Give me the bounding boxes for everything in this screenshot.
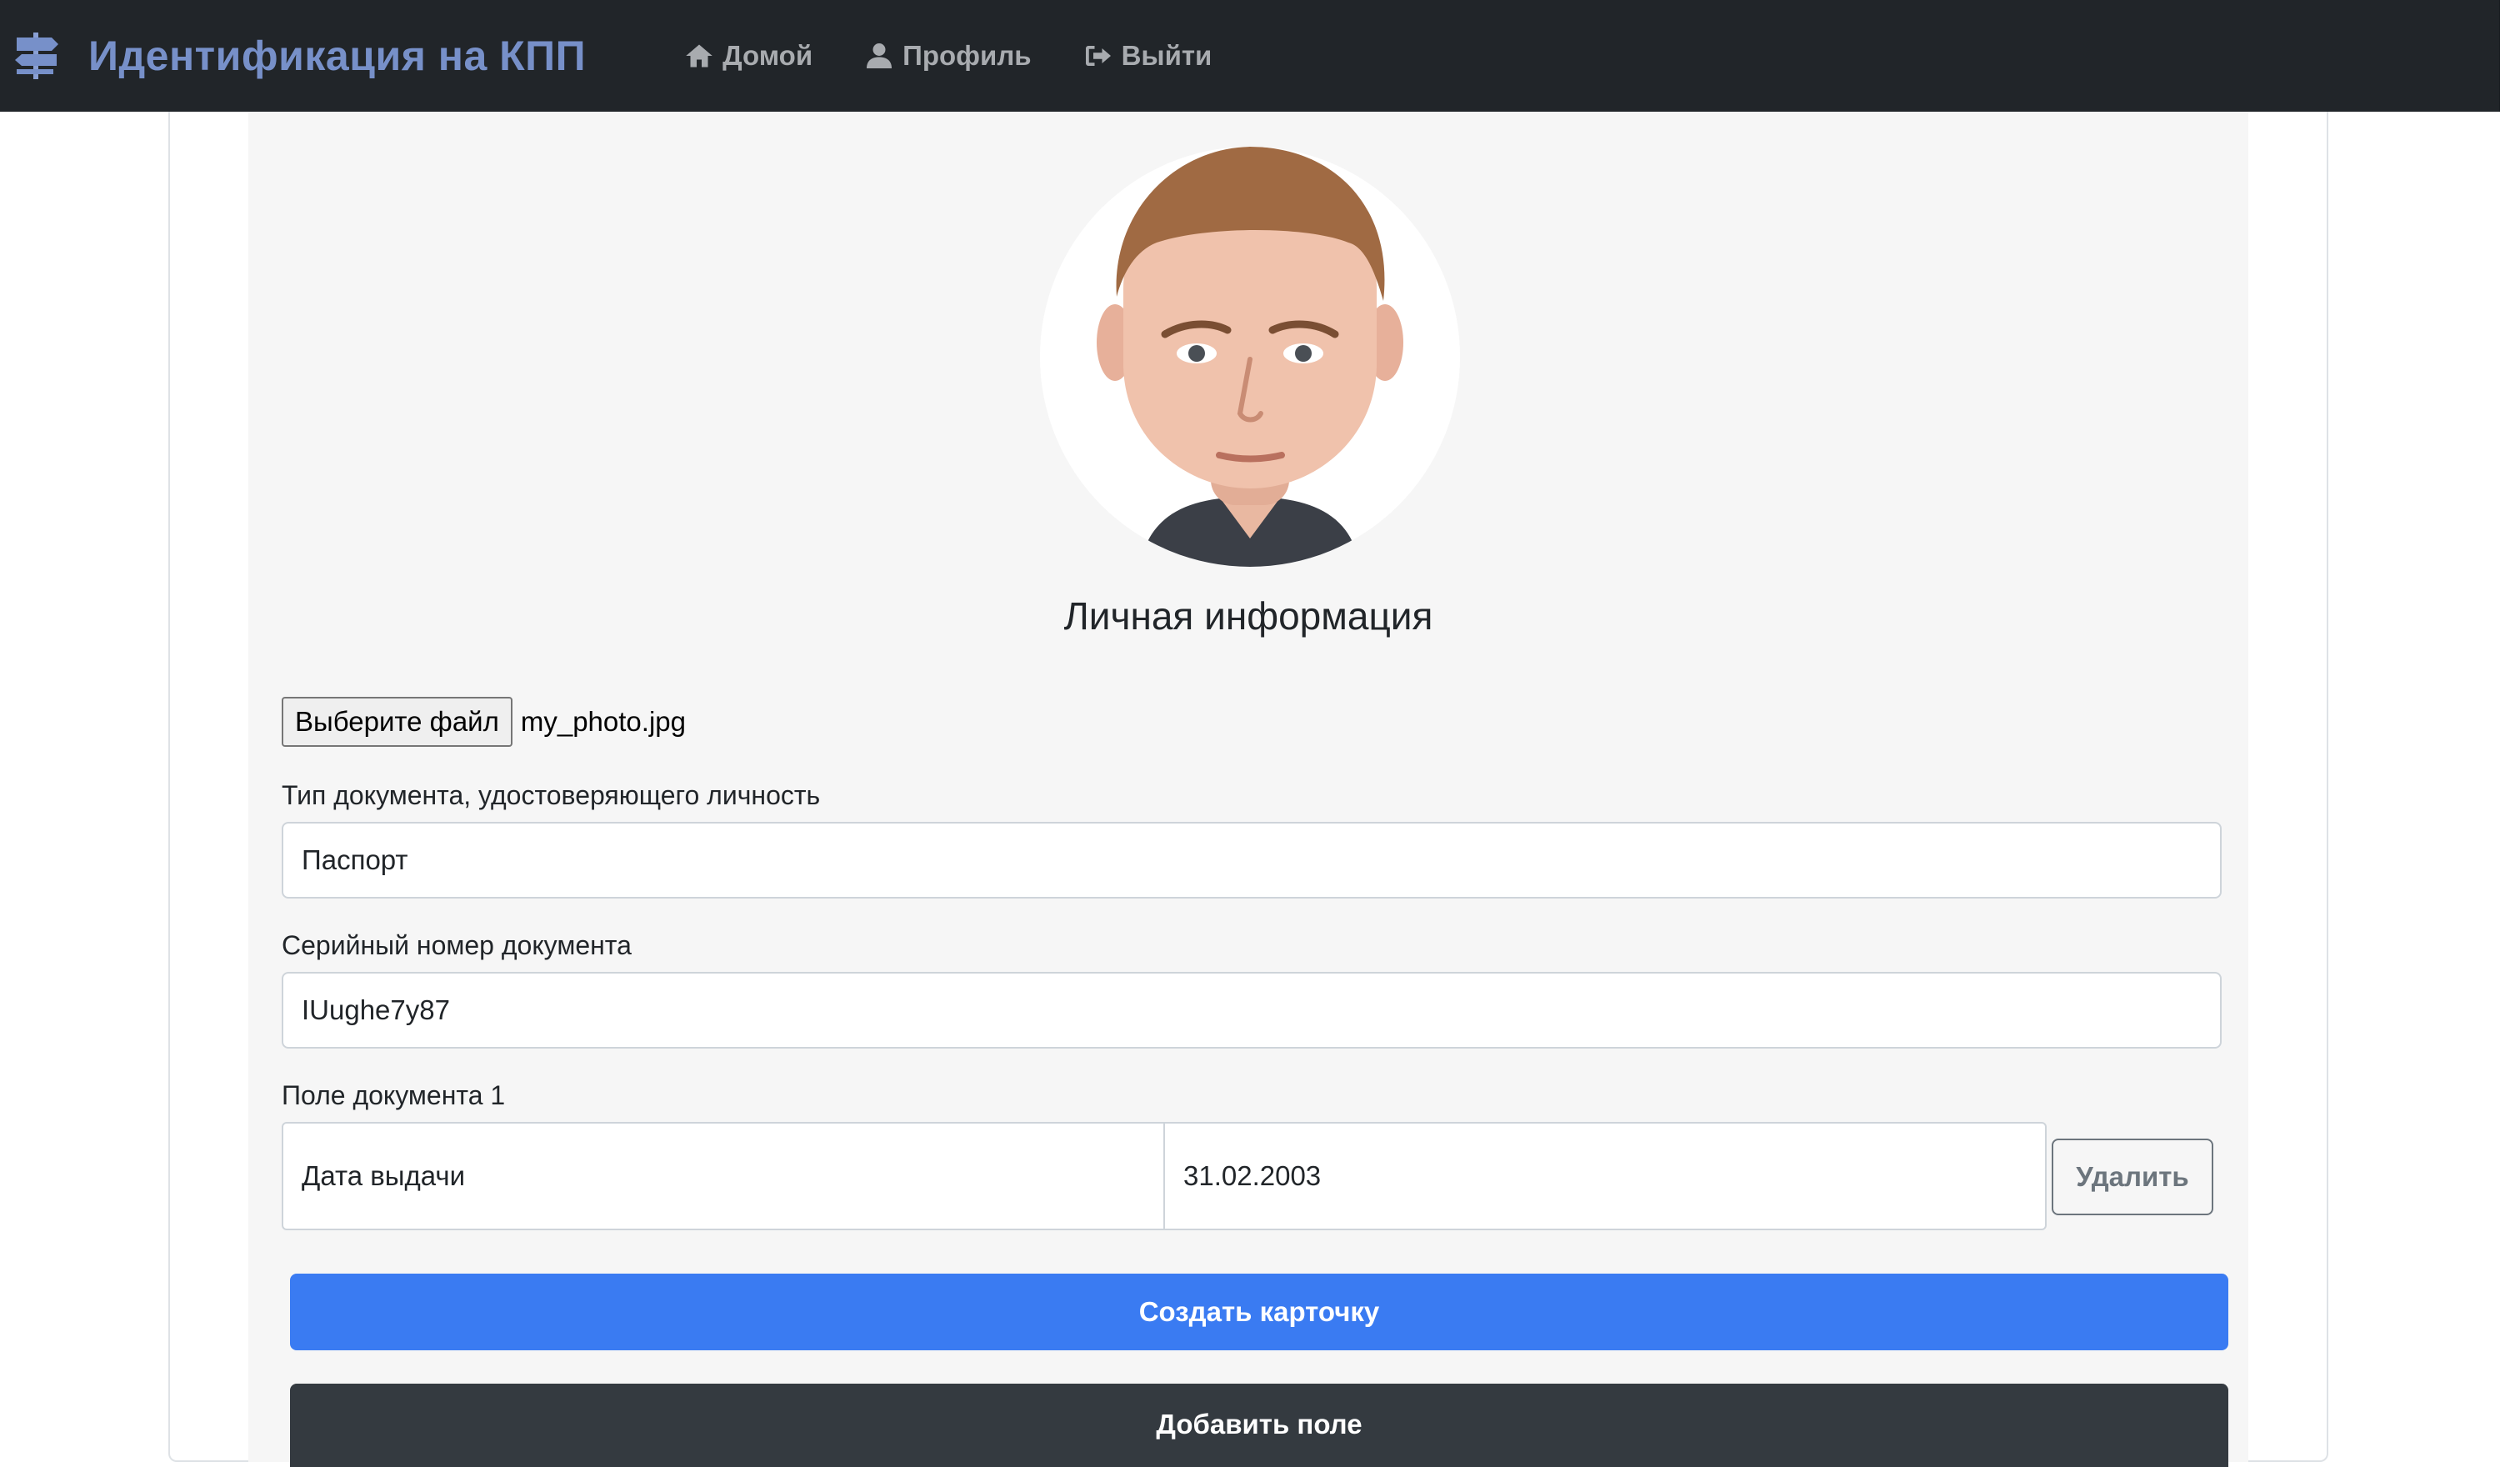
nav-links: Домой Профиль Выйти	[684, 40, 1263, 72]
person-portrait-image	[1040, 147, 1460, 567]
nav-link-home[interactable]: Домой	[684, 40, 812, 72]
nav-link-label: Выйти	[1121, 40, 1212, 71]
add-field-button[interactable]: Добавить поле	[290, 1384, 2228, 1467]
brand-title: Идентификация на КПП	[88, 33, 587, 79]
document-type-label: Тип документа, удостоверяющего личность	[282, 780, 821, 810]
extra-field-label: Поле документа 1	[282, 1080, 506, 1110]
extra-field-value-input[interactable]: 31.02.2003	[1163, 1124, 2045, 1229]
serial-number-input[interactable]: IUughe7y87	[282, 972, 2222, 1049]
user-icon	[867, 43, 892, 68]
create-card-button[interactable]: Создать карточку	[290, 1274, 2228, 1350]
serial-number-label: Серийный номер документа	[282, 930, 632, 960]
section-title: Личная информация	[1063, 594, 1433, 638]
nav-link-label: Профиль	[902, 40, 1032, 71]
sign-out-icon	[1085, 46, 1111, 66]
page-gutter	[2500, 0, 2520, 1450]
nav-link-profile[interactable]: Профиль	[864, 40, 1032, 72]
nav-link-label: Домой	[722, 40, 813, 71]
brand[interactable]: Идентификация на КПП	[10, 29, 586, 83]
top-navbar: Идентификация на КПП Домой Профиль Выйти	[0, 0, 2500, 112]
photo-file-input: Выберите файл my_photo.jpg	[282, 697, 686, 747]
choose-file-button[interactable]: Выберите файл	[282, 697, 512, 747]
avatar	[1040, 147, 1460, 567]
home-icon	[686, 44, 712, 68]
selected-file-name: my_photo.jpg	[520, 706, 686, 737]
nav-link-logout[interactable]: Выйти	[1083, 40, 1212, 72]
extra-field-name-input[interactable]: Дата выдачи	[283, 1124, 1163, 1229]
document-type-input[interactable]: Паспорт	[282, 822, 2222, 899]
extra-field-row: Дата выдачи 31.02.2003	[282, 1122, 2047, 1230]
road-sign-icon	[10, 29, 63, 83]
delete-field-button[interactable]: Удалить	[2052, 1139, 2213, 1215]
